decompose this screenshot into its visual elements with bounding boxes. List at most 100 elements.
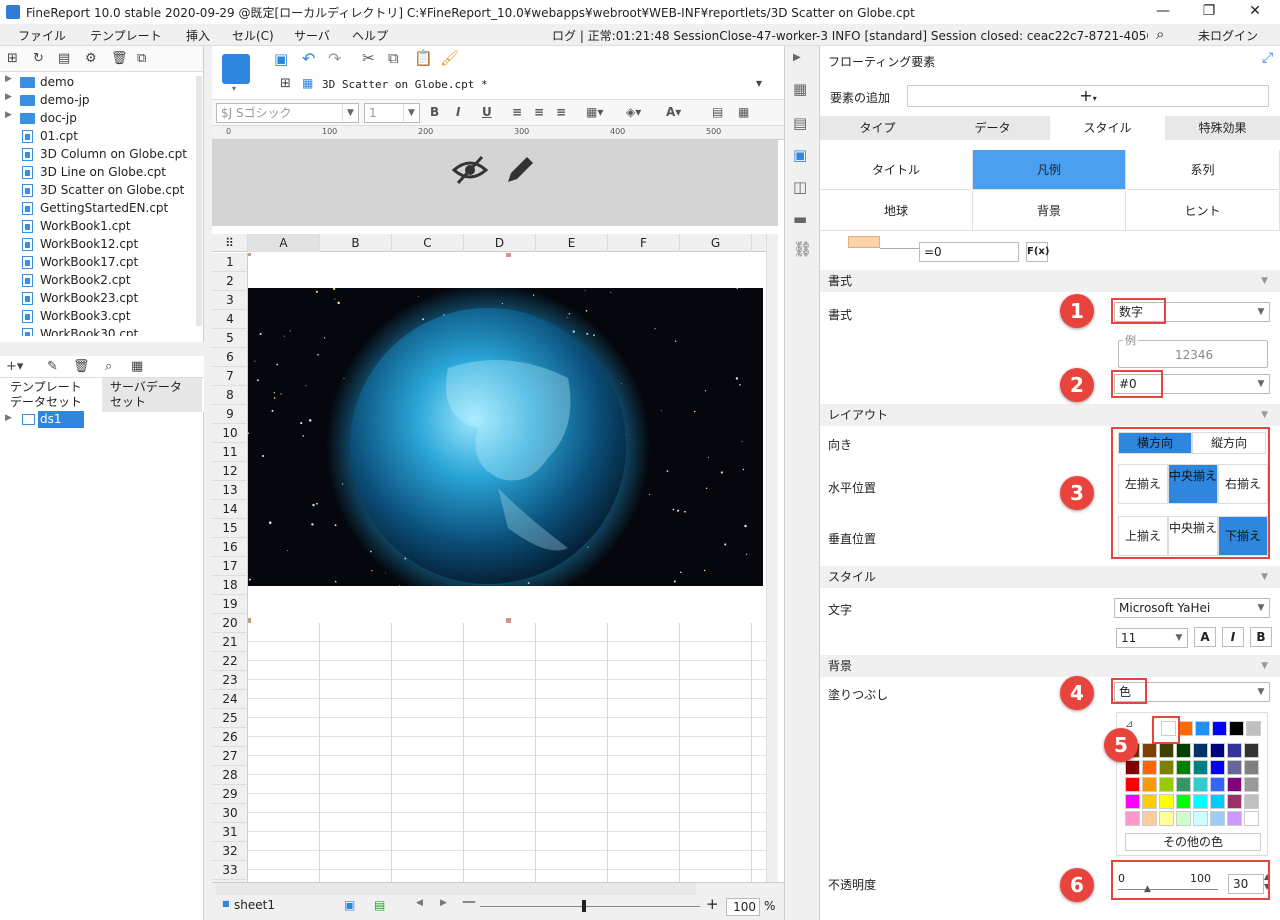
row-header-cell[interactable]: 4 xyxy=(212,310,248,329)
color-swatch[interactable] xyxy=(1210,743,1225,758)
color-swatch[interactable] xyxy=(1210,760,1225,775)
zoom-slider[interactable] xyxy=(480,906,700,907)
category-series[interactable]: 系列 xyxy=(1126,150,1280,190)
font-size-select[interactable]: 11 ▼ xyxy=(1116,628,1188,648)
tree-item[interactable]: 01.cpt xyxy=(0,128,196,146)
new-folder-icon[interactable]: ⊞ xyxy=(7,51,18,66)
dataset-item-ds1[interactable]: ds1 xyxy=(38,411,84,428)
color-chip[interactable] xyxy=(848,236,880,248)
add-sheet-icon[interactable]: ▣ xyxy=(344,898,355,912)
color-swatch[interactable] xyxy=(1142,760,1157,775)
color-swatch[interactable] xyxy=(1176,811,1191,826)
float-element-icon[interactable]: ▣ xyxy=(793,146,807,164)
cut-icon[interactable]: ✂ xyxy=(362,49,375,67)
category-legend[interactable]: 凡例 xyxy=(973,150,1126,190)
tab-style[interactable]: スタイル xyxy=(1050,116,1165,140)
row-header-cell[interactable]: 1 xyxy=(212,253,248,272)
float-handle[interactable] xyxy=(248,618,251,623)
column-header-cell[interactable]: D xyxy=(464,234,536,252)
font-color-icon[interactable]: A▾ xyxy=(666,105,681,119)
tree-item[interactable]: WorkBook17.cpt xyxy=(0,254,196,272)
redo-icon[interactable]: ↷ xyxy=(328,49,341,68)
color-swatch[interactable] xyxy=(1142,811,1157,826)
color-swatch[interactable] xyxy=(1176,777,1191,792)
edit-pencil-icon[interactable] xyxy=(504,152,536,186)
align-center-icon[interactable]: ≡ xyxy=(534,105,544,119)
widget-icon[interactable]: ◫ xyxy=(793,178,807,196)
column-header-cell[interactable]: C xyxy=(392,234,464,252)
restore-button[interactable]: ❐ xyxy=(1186,0,1232,24)
row-header-cell[interactable]: 31 xyxy=(212,823,248,842)
tree-item[interactable]: ▶ doc-jp xyxy=(0,110,196,128)
color-swatch[interactable] xyxy=(1244,811,1259,826)
color-swatch[interactable] xyxy=(1193,794,1208,809)
next-sheet-icon[interactable]: ▶ xyxy=(440,898,447,908)
color-swatch[interactable] xyxy=(1159,743,1174,758)
tab-data[interactable]: データ xyxy=(935,116,1050,140)
row-header-cell[interactable]: 18 xyxy=(212,576,248,595)
tree-item[interactable]: 3D Line on Globe.cpt xyxy=(0,164,196,182)
color-swatch[interactable] xyxy=(1195,721,1210,736)
other-colors-button[interactable]: その他の色 xyxy=(1125,833,1261,851)
bold-toggle-icon[interactable]: A xyxy=(1194,627,1216,647)
row-header-cell[interactable]: 30 xyxy=(212,804,248,823)
row-header-cell[interactable]: 7 xyxy=(212,367,248,386)
row-header-cell[interactable]: 14 xyxy=(212,500,248,519)
tree-item[interactable]: WorkBook2.cpt xyxy=(0,272,196,290)
section-format[interactable]: 書式 ▼ xyxy=(820,270,1280,292)
tree-item[interactable]: ▶ demo xyxy=(0,74,196,92)
open-icon[interactable]: ▤ xyxy=(58,51,70,66)
color-swatch[interactable] xyxy=(1125,760,1140,775)
zoom-input[interactable]: 100 xyxy=(726,898,760,916)
tree-item[interactable]: WorkBook3.cpt xyxy=(0,308,196,326)
color-swatch[interactable] xyxy=(1142,743,1157,758)
template-icon[interactable] xyxy=(222,54,250,84)
color-swatch[interactable] xyxy=(1229,721,1244,736)
row-header-cell[interactable]: 27 xyxy=(212,747,248,766)
column-header-cell[interactable]: E xyxy=(536,234,608,252)
undo-icon[interactable]: ↶ xyxy=(302,49,315,68)
unmerge-icon[interactable]: ▦ xyxy=(738,105,749,119)
menu-insert[interactable]: 挿入 xyxy=(186,27,210,44)
login-status[interactable]: 未ログイン xyxy=(1198,27,1258,44)
edit-icon[interactable]: ✎ xyxy=(47,359,58,374)
column-header-cell[interactable]: B xyxy=(320,234,392,252)
expand-icon[interactable]: ⤢ xyxy=(1262,50,1273,66)
collapse-arrow-icon[interactable]: ▶ xyxy=(793,52,801,63)
column-header-cell[interactable]: A xyxy=(248,234,320,252)
color-swatch[interactable] xyxy=(1227,811,1242,826)
row-header-cell[interactable]: 16 xyxy=(212,538,248,557)
float-handle[interactable] xyxy=(506,618,511,623)
row-header-cell[interactable]: 28 xyxy=(212,766,248,785)
color-swatch[interactable] xyxy=(1176,794,1191,809)
color-swatch[interactable] xyxy=(1193,777,1208,792)
color-swatch[interactable] xyxy=(1246,721,1261,736)
tree-item[interactable]: WorkBook12.cpt xyxy=(0,236,196,254)
column-header-cell[interactable]: F xyxy=(608,234,680,252)
grid-icon[interactable]: ⊞ xyxy=(280,76,291,91)
italic-icon[interactable]: I xyxy=(456,105,460,119)
row-header-cell[interactable]: 12 xyxy=(212,462,248,481)
tab-server-dataset[interactable]: サーバデータ セット xyxy=(102,378,202,412)
tree-item[interactable]: 3D Scatter on Globe.cpt xyxy=(0,182,196,200)
dataset-settings-icon[interactable]: ▦ xyxy=(131,359,143,374)
search-icon[interactable]: ⌕ xyxy=(1156,25,1164,43)
color-swatch[interactable] xyxy=(1193,743,1208,758)
color-swatch[interactable] xyxy=(1244,794,1259,809)
color-swatch[interactable] xyxy=(1244,760,1259,775)
row-header-cell[interactable]: 2 xyxy=(212,272,248,291)
font-size-select[interactable]: 1 ▼ xyxy=(364,103,420,123)
color-swatch[interactable] xyxy=(1125,811,1140,826)
border-icon[interactable]: ▦▾ xyxy=(586,105,603,119)
tree-item[interactable]: WorkBook23.cpt xyxy=(0,290,196,308)
save-icon[interactable]: ▣ xyxy=(274,50,288,68)
menu-help[interactable]: ヘルプ xyxy=(352,27,388,44)
bold-text-icon[interactable]: B xyxy=(1250,627,1272,647)
hide-eye-icon[interactable] xyxy=(452,154,488,186)
tree-scrollbar[interactable] xyxy=(196,76,202,326)
color-swatch[interactable] xyxy=(1159,760,1174,775)
italic-toggle-icon[interactable]: I xyxy=(1222,627,1244,647)
section-style[interactable]: スタイル ▼ xyxy=(820,566,1280,588)
color-swatch[interactable] xyxy=(1244,777,1259,792)
color-swatch[interactable] xyxy=(1210,777,1225,792)
